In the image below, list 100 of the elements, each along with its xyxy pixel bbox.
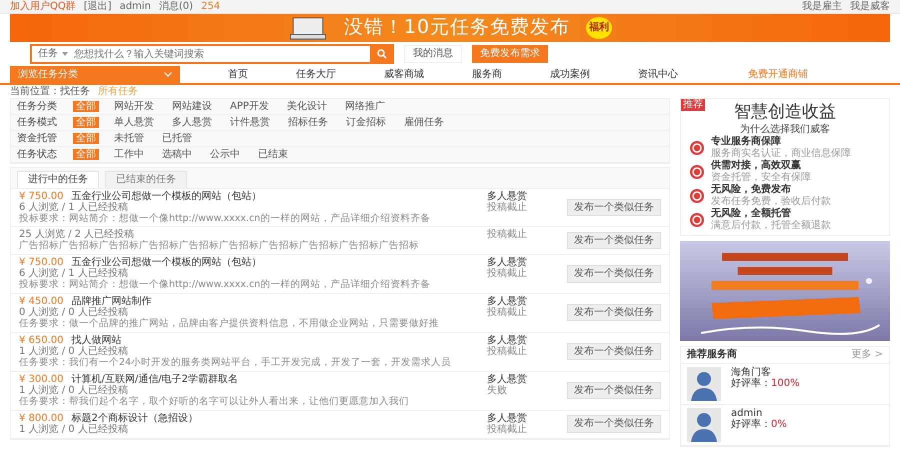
- filter-option[interactable]: 订金招标: [343, 116, 389, 128]
- task-description: 投标要求：网站简介：想做一个像http://www.xxxx.cn的一样的网站，产品详细介绍资料齐备: [19, 214, 432, 224]
- top-link[interactable]: 我是威客: [850, 0, 890, 12]
- task-stats: 1 人浏览 / 0 人已经投稿: [19, 385, 129, 396]
- filter-option[interactable]: 网络推广: [342, 100, 388, 112]
- search-scope[interactable]: 任务: [30, 44, 74, 64]
- task-mode: 多人悬赏: [487, 296, 528, 307]
- task-mode: 多人悬赏: [487, 374, 528, 385]
- nav-link[interactable]: 成功案例: [550, 68, 590, 80]
- filter-option[interactable]: 已结束: [255, 148, 291, 160]
- messages-button[interactable]: 我的消息: [404, 45, 462, 63]
- top-link[interactable]: 消息(0): [158, 0, 194, 12]
- filter-option[interactable]: 工作中: [111, 148, 147, 160]
- top-link[interactable]: 我是雇主: [802, 0, 842, 12]
- provider-name[interactable]: 海角门客: [731, 366, 800, 378]
- filter-label: 资金托管: [17, 132, 57, 144]
- feature-text: 发布任务免费，验收后付款: [711, 196, 831, 207]
- filter-option[interactable]: 多人悬赏: [169, 116, 215, 128]
- filter-option[interactable]: 公示中: [207, 148, 243, 160]
- promo-subtitle: 为什么选择我们威客: [740, 124, 830, 135]
- filter-option[interactable]: 已托管: [159, 132, 195, 144]
- filter-option[interactable]: APP开发: [227, 100, 272, 112]
- nav-link[interactable]: 首页: [228, 68, 248, 80]
- breadcrumb: 当前位置：找任务: [10, 86, 90, 98]
- filter-option[interactable]: 计件悬赏: [227, 116, 273, 128]
- rating-value: 0%: [771, 419, 787, 431]
- task-status: 失败: [487, 385, 508, 397]
- task-description: 投标要求：网站简介：想做一个像http://www.xxxx.cn的一样的网站，产品详细介绍资料齐备: [19, 280, 432, 291]
- nav-link[interactable]: 服务商: [472, 68, 502, 80]
- task-price: ¥ 300.00: [19, 374, 64, 385]
- filter-option[interactable]: 单人悬赏: [111, 116, 157, 128]
- task-title[interactable]: 五金行业公司想做一个模板的网站（包站）: [72, 190, 262, 202]
- feature-title: 无风险，全额托管: [711, 208, 792, 220]
- task-title[interactable]: 品牌推广网站制作: [72, 296, 152, 308]
- task-stats: 25 人浏览 / 2 人已经投稿: [19, 229, 134, 240]
- avatar-icon[interactable]: [687, 408, 721, 442]
- banner-badge: 福利: [586, 17, 612, 39]
- promo-banner[interactable]: 没错！10元任务免费发布 福利: [10, 14, 890, 42]
- rating-label: 好评率：: [731, 419, 771, 431]
- task-title[interactable]: 计算机/互联网/通信/电子2学霸群取名: [72, 374, 238, 386]
- task-status: 投稿截止: [487, 346, 528, 358]
- rating-value: 100%: [771, 378, 800, 390]
- task-status: 投稿截止: [487, 229, 528, 241]
- provider-name[interactable]: admin: [731, 408, 787, 420]
- top-link[interactable]: [退出]: [84, 0, 112, 12]
- feature-title: 无风险，免费发布: [711, 184, 792, 196]
- task-status: 投稿截止: [487, 307, 528, 319]
- task-title[interactable]: 五金行业公司想做一个模板的网站（包站）: [72, 256, 262, 268]
- similar-task-button[interactable]: 发布一个类似任务: [567, 342, 661, 360]
- filter-option[interactable]: 网站建设: [169, 100, 215, 112]
- task-stats: 6 人浏览 / 1 人已经投稿: [19, 202, 129, 213]
- task-description: 任务要求：我们有一个24小时开发的服务类网站平台，手工开发完成，开发了一套，开发需求人员: [19, 358, 452, 369]
- task-stats: 0 人浏览 / 0 人已经投稿: [19, 307, 129, 318]
- task-mode: 多人悬赏: [487, 256, 528, 268]
- feature-text: 满意后付款，托管全额退款: [711, 220, 831, 232]
- task-mode: 多人悬赏: [487, 334, 528, 346]
- task-status: 投稿截止: [487, 268, 528, 280]
- banner-headline: 没错！10元任务免费发布: [344, 17, 570, 39]
- filter-option[interactable]: 雇佣任务: [401, 116, 447, 128]
- feature-title: 供需对接，高效双赢: [711, 160, 802, 172]
- similar-task-button[interactable]: 发布一个类似任务: [567, 382, 661, 400]
- task-mode: 多人悬赏: [487, 190, 528, 202]
- similar-task-button[interactable]: 发布一个类似任务: [567, 415, 661, 433]
- filter-option[interactable]: 招标任务: [285, 116, 331, 128]
- top-link[interactable]: admin: [120, 0, 151, 12]
- similar-task-button[interactable]: 发布一个类似任务: [567, 232, 661, 250]
- task-description: 任务要求：做一个品牌的推广网站，品牌由客户提供资料信息，不用做企业网站，只需要做好推: [19, 318, 440, 330]
- task-tab[interactable]: 已结束的任务: [105, 171, 187, 188]
- recommend-title: 推荐服务商: [687, 349, 737, 361]
- filter-label: 任务状态: [17, 148, 57, 160]
- similar-task-button[interactable]: 发布一个类似任务: [567, 265, 661, 283]
- nav-link[interactable]: 威客商城: [384, 68, 424, 80]
- filter-option[interactable]: 未托管: [111, 132, 147, 144]
- task-price: ¥ 450.00: [19, 296, 64, 307]
- corner-badge: 推荐: [681, 99, 705, 110]
- search-field[interactable]: 您想找什么？输入关键词搜索: [74, 44, 370, 64]
- task-title[interactable]: 标题2个商标设计（急招设）: [72, 412, 198, 424]
- task-price: ¥ 750.00: [19, 256, 64, 268]
- search-button[interactable]: [370, 44, 394, 64]
- task-stats: 1 人浏览 / 0 人已经投稿: [19, 346, 129, 358]
- avatar-icon[interactable]: [687, 366, 721, 401]
- caret-icon: [62, 52, 68, 56]
- filter-label: 任务分类: [17, 100, 57, 112]
- nav-link[interactable]: 资讯中心: [638, 68, 678, 80]
- similar-task-button[interactable]: 发布一个类似任务: [567, 304, 661, 322]
- filter-option[interactable]: 网站开发: [111, 100, 157, 112]
- laptop-icon: [288, 16, 328, 40]
- search-icon: [377, 49, 387, 59]
- task-status: 投稿截止: [487, 202, 528, 214]
- task-price: ¥ 650.00: [19, 334, 64, 346]
- task-title[interactable]: 找人做网站: [72, 334, 122, 346]
- task-description: 广告招标广告招标广告招标广告招标广告招标广告招标广告招标广告招标广告招标广告招标: [19, 240, 420, 252]
- chevron-icon: [164, 72, 172, 77]
- similar-task-button[interactable]: 发布一个类似任务: [567, 198, 661, 216]
- filter-label: 任务模式: [17, 116, 57, 128]
- nav-link[interactable]: 任务大厅: [296, 68, 336, 80]
- filter-option[interactable]: 美化设计: [284, 100, 330, 112]
- filter-option[interactable]: 选稿中: [159, 148, 195, 160]
- promo-title: 智慧创造收益: [734, 103, 836, 123]
- task-tab[interactable]: 进行中的任务: [17, 171, 99, 188]
